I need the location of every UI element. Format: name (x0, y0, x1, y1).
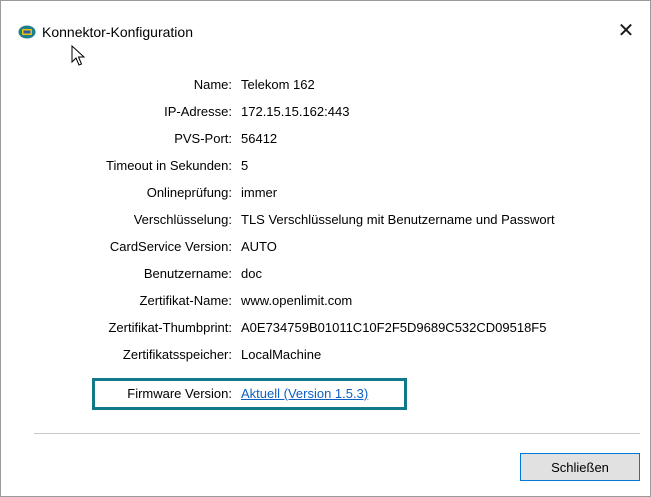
detail-row-name: Name: Telekom 162 (1, 77, 650, 97)
detail-value: TLS Verschlüsselung mit Benutzername und… (241, 212, 555, 227)
detail-row-pvs-port: PVS-Port: 56412 (1, 131, 650, 151)
detail-label: CardService Version: (109, 239, 232, 254)
close-icon[interactable]: ✕ (609, 13, 643, 47)
detail-row-certificate-name: Zertifikat-Name: www.openlimit.com (1, 293, 650, 313)
detail-label: Timeout in Sekunden: (106, 158, 232, 173)
detail-value: doc (241, 266, 262, 281)
detail-label: Zertifikat-Name: (139, 293, 232, 308)
detail-value: LocalMachine (241, 347, 322, 362)
detail-row-certificate-thumbprint: Zertifikat-Thumbprint: A0E734759B01011C1… (1, 320, 650, 340)
close-button[interactable]: Schließen (520, 453, 640, 481)
connector-config-dialog: Konnektor-Konfiguration ✕ Name: Telekom … (0, 0, 651, 497)
detail-row-timeout: Timeout in Sekunden: 5 (1, 158, 650, 178)
detail-label: PVS-Port: (174, 131, 232, 146)
connector-app-icon (18, 25, 36, 39)
detail-label: Onlineprüfung: (146, 185, 232, 200)
detail-label: Benutzername: (143, 266, 232, 281)
detail-label: IP-Adresse: (164, 104, 232, 119)
detail-value: www.openlimit.com (241, 293, 353, 308)
detail-label: Name: (193, 77, 232, 92)
detail-row-encryption: Verschlüsselung: TLS Verschlüsselung mit… (1, 212, 650, 232)
detail-value: AUTO (241, 239, 277, 254)
detail-value: 56412 (241, 131, 278, 146)
detail-row-online-check: Onlineprüfung: immer (1, 185, 650, 205)
detail-label: Zertifikat-Thumbprint: (108, 320, 232, 335)
detail-label: Zertifikatsspeicher: (122, 347, 232, 362)
detail-row-certificate-store: Zertifikatsspeicher: LocalMachine (1, 347, 650, 367)
detail-value: 172.15.15.162:443 (241, 104, 350, 119)
detail-value: Telekom 162 (241, 77, 315, 92)
detail-row-ip-address: IP-Adresse: 172.15.15.162:443 (1, 104, 650, 124)
separator (34, 433, 640, 434)
detail-value: A0E734759B01011C10F2F5D9689C532CD09518F5 (241, 320, 547, 335)
detail-row-cardservice-version: CardService Version: AUTO (1, 239, 650, 259)
detail-row-username: Benutzername: doc (1, 266, 650, 286)
window-title: Konnektor-Konfiguration (42, 24, 193, 40)
detail-label: Verschlüsselung: (133, 212, 232, 227)
detail-value: immer (241, 185, 278, 200)
mouse-cursor-icon (71, 45, 85, 66)
firmware-highlight-box (92, 378, 407, 410)
detail-value: 5 (241, 158, 249, 173)
